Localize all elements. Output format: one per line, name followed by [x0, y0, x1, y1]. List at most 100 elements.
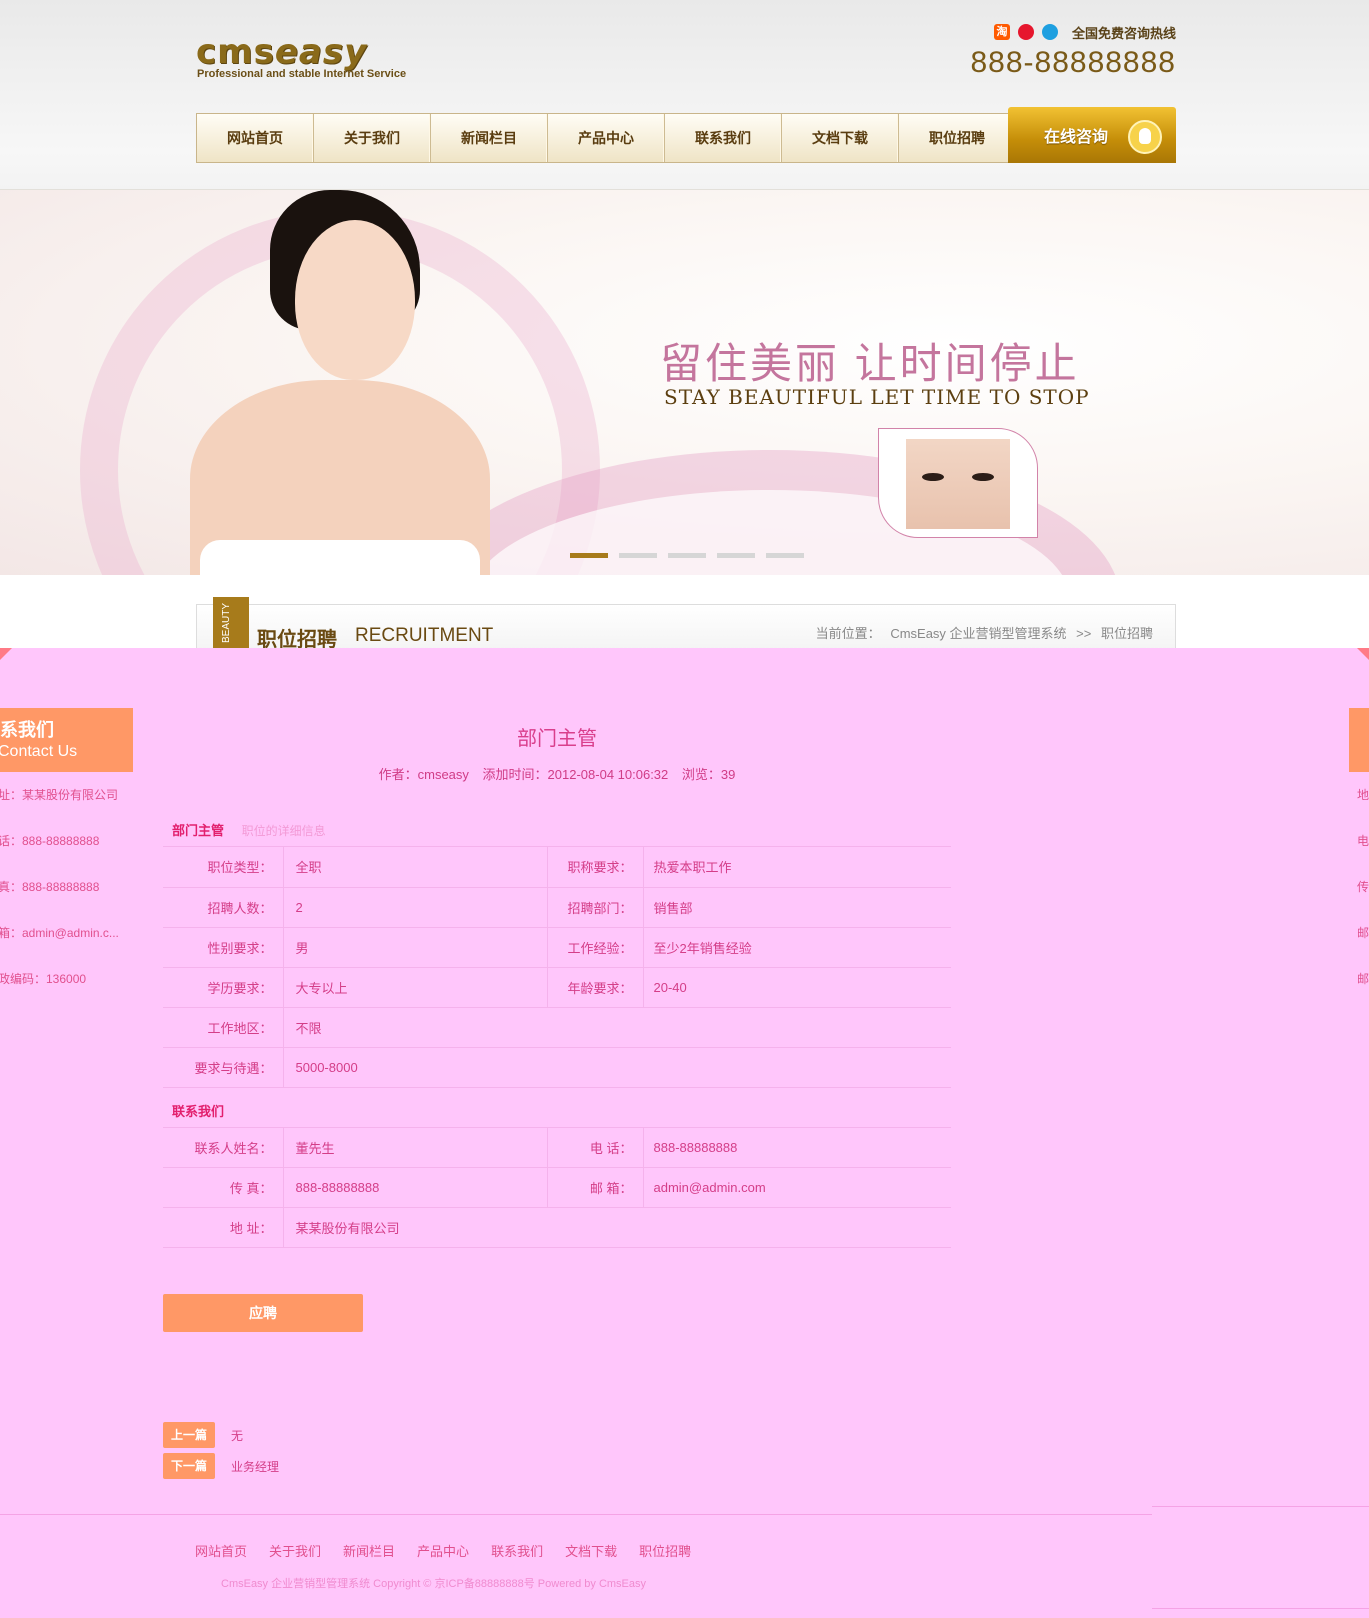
sidebar-address: 地址：某某股份有限公司 [0, 788, 119, 802]
corner-decoration [0, 648, 16, 660]
slider-dot[interactable] [570, 553, 608, 558]
qq-icon[interactable] [1041, 24, 1058, 40]
site-logo[interactable]: cmseasy Professional and stable Internet… [196, 32, 426, 82]
next-article-link[interactable]: 业务经理 [231, 1458, 279, 1475]
sidebar-phone: 电话：888-88888888 [0, 834, 100, 848]
site-header: cmseasy Professional and stable Internet… [0, 0, 1369, 190]
footer-link-downloads[interactable]: 文档下载 [565, 1541, 617, 1560]
section-title-bar: BEAUTY 职位招聘 RECRUITMENT 当前位置： CmsEasy 企业… [196, 597, 1176, 655]
slider-dot[interactable] [717, 553, 755, 558]
footer-link-products[interactable]: 产品中心 [417, 1541, 469, 1560]
field-label: 要求与待遇： [163, 1047, 284, 1088]
sidebar-email: 邮箱：admin@admin.c... [0, 926, 119, 940]
sidebar-title-en: Contact Us [0, 743, 78, 760]
field-label: 传 真： [163, 1167, 284, 1208]
breadcrumb-separator: >> [1076, 626, 1092, 641]
breadcrumb-site-link[interactable]: CmsEasy 企业营销型管理系统 [890, 626, 1066, 641]
job-title: 部门主管 [517, 728, 597, 750]
banner-slogan-cn: 留住美丽 让时间停止 [660, 340, 1080, 387]
next-article: 下一篇 业务经理 [163, 1453, 279, 1479]
prev-article-title: 无 [231, 1428, 244, 1443]
field-label: 招聘部门： [547, 887, 644, 928]
footer-divider [1152, 1506, 1369, 1507]
content-overlay: 联系我们 Contact Us 地址：某某股份有限公司 电话：888-88888… [0, 648, 1369, 1618]
banner-thumbnail-frame [878, 428, 1038, 538]
slider-dot[interactable] [668, 553, 706, 558]
field-label: 地 址： [163, 1207, 284, 1248]
footer-link-news[interactable]: 新闻栏目 [343, 1541, 395, 1560]
logo-wordmark: cmseasy [196, 32, 368, 72]
field-value: 888-88888888 [283, 1167, 548, 1208]
qq-penguin-icon [1128, 120, 1162, 154]
nav-item-contact[interactable]: 联系我们 [665, 114, 782, 162]
footer-link-home[interactable]: 网站首页 [195, 1541, 247, 1560]
field-label: 职位类型： [163, 847, 284, 888]
breadcrumb-current-link[interactable]: 职位招聘 [1101, 626, 1153, 641]
banner-thumbnail-image [906, 439, 1010, 529]
contact-title: 联系我们 [172, 1103, 225, 1119]
section-title-en: RECRUITMENT [355, 625, 494, 646]
job-meta: 作者：cmseasy 添加时间：2012-08-04 10:06:32 浏览：3… [163, 764, 951, 783]
field-label: 联系人姓名： [163, 1127, 284, 1168]
email-link[interactable]: admin@admin.com [643, 1167, 951, 1208]
breadcrumb-label: 当前位置： [815, 626, 881, 641]
nav-item-jobs[interactable]: 职位招聘 [899, 114, 1016, 162]
right-sidebar-item: 邮 [1357, 926, 1369, 940]
table-row: 要求与待遇： 5000-8000 [163, 1047, 951, 1088]
table-row: 联系人姓名： 董先生 电 话： 888-88888888 [163, 1127, 951, 1168]
taobao-icon[interactable]: 淘 [993, 24, 1010, 40]
contact-sidebar: 联系我们 Contact Us 地址：某某股份有限公司 电话：888-88888… [0, 708, 133, 1002]
slider-dot[interactable] [619, 553, 657, 558]
footer-link-contact[interactable]: 联系我们 [491, 1541, 543, 1560]
job-info-table: 职位类型： 全职 职称要求： 热爱本职工作 招聘人数： 2 招聘部门： 销售部 … [163, 847, 951, 1088]
corner-decoration [1353, 648, 1369, 660]
footer-link-about[interactable]: 关于我们 [269, 1541, 321, 1560]
nav-item-news[interactable]: 新闻栏目 [431, 114, 548, 162]
field-value: 热爱本职工作 [643, 847, 951, 888]
sidebar-postcode: 邮政编码：136000 [0, 972, 87, 986]
field-label: 学历要求： [163, 967, 284, 1008]
nav-item-downloads[interactable]: 文档下载 [782, 114, 899, 162]
field-value: 销售部 [643, 887, 951, 928]
field-value: 888-88888888 [643, 1127, 951, 1168]
weibo-icon[interactable] [1017, 24, 1034, 40]
prev-article-button[interactable]: 上一篇 [163, 1422, 215, 1448]
job-detail: 部门主管 职位的详细信息 职位类型： 全职 职称要求： 热爱本职工作 招聘人数：… [163, 815, 951, 1248]
field-label: 职称要求： [547, 847, 644, 888]
field-value: 20-40 [643, 967, 951, 1008]
right-sidebar: 地 电 传 邮 邮 [1349, 708, 1369, 1002]
field-value: 至少2年销售经验 [643, 927, 951, 968]
table-row: 招聘人数： 2 招聘部门： 销售部 [163, 887, 951, 928]
online-consult-button[interactable]: 在线咨询 [1008, 107, 1176, 163]
job-detail-header: 部门主管 职位的详细信息 [163, 815, 951, 847]
hotline-number: 888-88888888 [970, 46, 1176, 79]
table-row: 传 真： 888-88888888 邮 箱： admin@admin.com [163, 1167, 951, 1208]
apply-button[interactable]: 应聘 [163, 1294, 363, 1332]
field-label: 招聘人数： [163, 887, 284, 928]
beauty-ribbon-icon: BEAUTY [213, 597, 249, 655]
nav-item-products[interactable]: 产品中心 [548, 114, 665, 162]
job-detail-title: 部门主管 [172, 823, 225, 838]
nav-item-about[interactable]: 关于我们 [314, 114, 431, 162]
job-detail-subtitle: 职位的详细信息 [241, 824, 326, 838]
table-row: 工作地区： 不限 [163, 1007, 951, 1048]
slider-indicator [570, 553, 804, 558]
slider-dot[interactable] [766, 553, 804, 558]
contact-header: 联系我们 [163, 1096, 951, 1128]
field-label: 性别要求： [163, 927, 284, 968]
banner-slogan-en: STAY BEAUTIFUL LET TIME TO STOP [664, 385, 1090, 409]
field-label: 工作经验： [547, 927, 644, 968]
next-article-button[interactable]: 下一篇 [163, 1453, 215, 1479]
nav-item-home[interactable]: 网站首页 [197, 114, 314, 162]
field-value: 男 [283, 927, 548, 968]
field-value: 全职 [283, 847, 548, 888]
hero-banner[interactable]: 留住美丽 让时间停止 STAY BEAUTIFUL LET TIME TO ST… [0, 190, 1369, 575]
field-value: 不限 [283, 1007, 951, 1048]
footer-link-jobs[interactable]: 职位招聘 [639, 1541, 691, 1560]
sidebar-fax: 传真：888-88888888 [0, 880, 100, 894]
job-author: 作者：cmseasy [378, 767, 469, 782]
field-value: 董先生 [283, 1127, 548, 1168]
footer-nav: 网站首页 关于我们 新闻栏目 产品中心 联系我们 文档下载 职位招聘 [195, 1541, 691, 1560]
job-views: 浏览：39 [681, 767, 736, 782]
field-value: 5000-8000 [283, 1047, 951, 1088]
